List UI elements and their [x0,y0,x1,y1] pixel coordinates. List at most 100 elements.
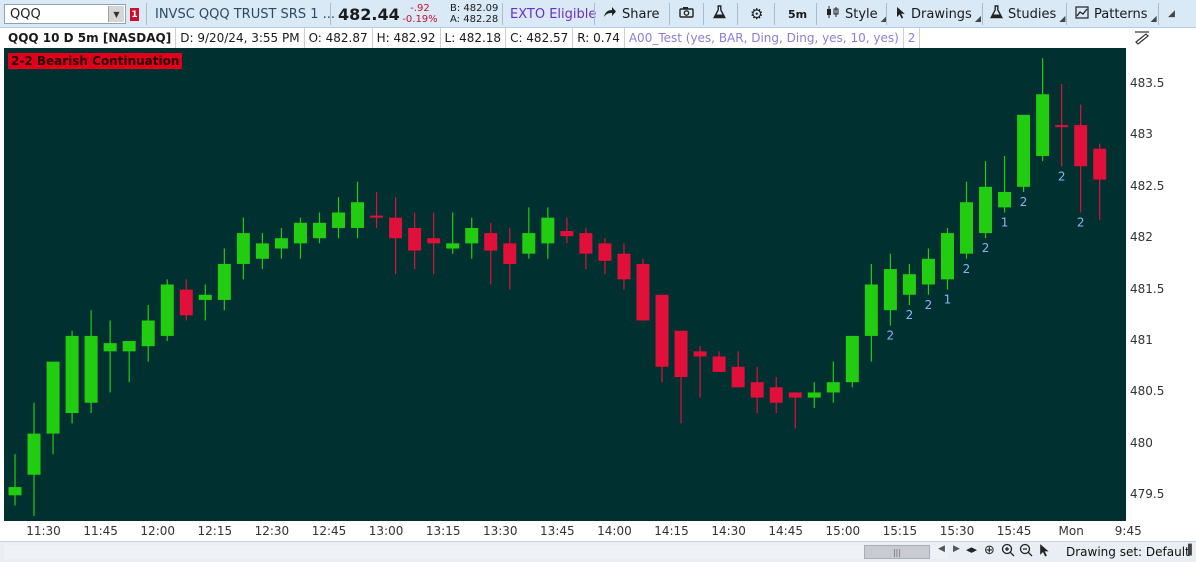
flask-button[interactable] [713,0,726,28]
price-tick-label: 479.5 [1130,487,1165,502]
toolbar-divider [774,3,775,25]
studies-button[interactable]: Studies ◢ [990,0,1065,28]
flask-icon [713,5,726,23]
candle-body [332,212,346,228]
alert-badge[interactable]: 1 [130,8,139,21]
resize-handle-icon[interactable]: ▐ [1184,545,1192,556]
drawings-label: Drawings [911,6,972,22]
symbol-dropdown-arrow-icon[interactable]: ▼ [108,6,124,22]
scroll-left-icon[interactable]: ◀ [938,544,945,554]
candle-body [883,269,897,311]
scroll-right-icon[interactable]: ▶ [953,544,960,554]
candle-body [293,222,307,244]
candle-body [902,274,916,295]
bar-type-marker: 2 [887,329,895,343]
candle-body [560,231,574,237]
zoom-in-icon[interactable] [1001,543,1015,561]
candle-body [522,233,536,254]
toolbar-divider [594,3,595,25]
candle-body [446,243,460,249]
drawings-button[interactable]: Drawings ◢ [896,0,981,28]
patterns-label: Patterns [1094,6,1148,22]
scrollbar-thumb[interactable]: ||| [864,545,930,559]
candle-body [655,294,669,367]
price-tick-label: 482 [1130,230,1153,245]
drawing-tool-icon[interactable] [1132,28,1152,46]
study-label[interactable]: A00_Test (yes, BAR, Ding, Ding, yes, 10,… [625,28,904,48]
time-tick-label: 14:15 [654,524,689,538]
chart-scrollbar[interactable] [4,545,948,559]
candle-body [389,217,403,239]
expand-horizontal-icon[interactable]: ◂▸ [966,543,977,556]
candle-body [1074,125,1088,167]
candle-body [864,284,878,336]
candle-body [788,392,802,398]
toolbar-divider [502,3,503,25]
timeframe-button[interactable]: 5m [788,0,807,28]
drawing-set-selector[interactable]: Drawing set: Default [1066,545,1190,559]
bar-type-marker: 2 [925,298,933,312]
candle-body [312,222,326,239]
candle-body [998,191,1012,208]
price-chart[interactable]: 2221221222 2-2 Bearish Continuation [4,48,1126,521]
candle-body [217,263,231,300]
patterns-button[interactable]: Patterns ◢ [1075,0,1157,28]
time-tick-label: 11:30 [26,524,61,538]
settings-button[interactable]: ⚙ [750,0,763,28]
exto-eligible-button[interactable]: EXTO Eligible [510,0,596,28]
top-toolbar: QQQ ▼ 1 INVSC QQQ TRUST SRS 1 ... 482.44… [0,0,1196,28]
toolbar-divider [1066,3,1067,25]
toolbar-divider [703,3,704,25]
toolbar-divider [737,3,738,25]
toolbar-divider [330,3,331,25]
bar-date: D: 9/20/24, 3:55 PM [176,28,305,48]
bar-open: O: 482.87 [305,28,373,48]
candle-body [122,341,136,352]
candle-body [940,233,954,280]
symbol-description: INVSC QQQ TRUST SRS 1 ... [155,6,336,22]
chevron-down-icon: ◢ [974,14,981,23]
share-label: Share [622,6,660,22]
chart-title[interactable]: QQQ 10 D 5m [NASDAQ] [4,28,177,48]
study-value: 2 [904,28,921,48]
bar-close: C: 482.57 [506,28,574,48]
bar-type-marker: 2 [1077,216,1085,230]
candle-plot[interactable]: 222 1221222 [4,48,1126,521]
candle-body [1036,94,1050,156]
candle-body [1093,148,1107,180]
bar-type-marker: 2 [1058,169,1066,183]
candle-body [807,392,821,398]
candle-body [274,238,288,249]
price-tick-label: 483 [1130,127,1153,142]
toolbar-divider [146,3,147,25]
symbol-input[interactable]: QQQ ▼ [4,4,126,24]
price-tick-label: 481.5 [1130,281,1165,296]
screenshot-button[interactable] [679,0,694,28]
candle-body [921,258,935,285]
time-axis[interactable]: 11:30 11:45 12:00 12:15 12:30 12:45 13:00 13:15… [4,521,1196,541]
crosshair-icon[interactable]: ⊕ [984,543,995,558]
toolbar-more-icon[interactable]: ◢ [1168,0,1175,28]
bar-range: R: 0.74 [573,28,625,48]
candle-body [1017,114,1031,187]
toolbar-divider [886,3,887,25]
time-tick-label: 15:00 [825,524,861,538]
style-button[interactable]: Style ◢ [826,0,887,28]
bar-type-marker: 1 [944,293,952,307]
cursor-icon [896,6,906,23]
candle-body [84,335,98,403]
candle-body [27,433,41,475]
price-axis[interactable]: 483.5 483 482.5 482 481.5 481 480.5 480 479.5 [1126,48,1196,521]
toolbar-divider [982,3,983,25]
candle-body [979,186,993,234]
pointer-icon[interactable] [1039,543,1050,561]
candle-body [408,227,422,251]
chevron-down-icon: ◢ [1059,14,1066,23]
share-button[interactable]: Share [603,0,660,28]
symbol-text: QQQ [10,6,41,22]
time-tick-label: 15:30 [939,524,975,538]
percent-change: -0.19% [402,14,438,25]
time-tick-label: 9:45 [1114,524,1142,538]
candle-body [960,202,973,254]
zoom-out-icon[interactable] [1019,543,1033,561]
